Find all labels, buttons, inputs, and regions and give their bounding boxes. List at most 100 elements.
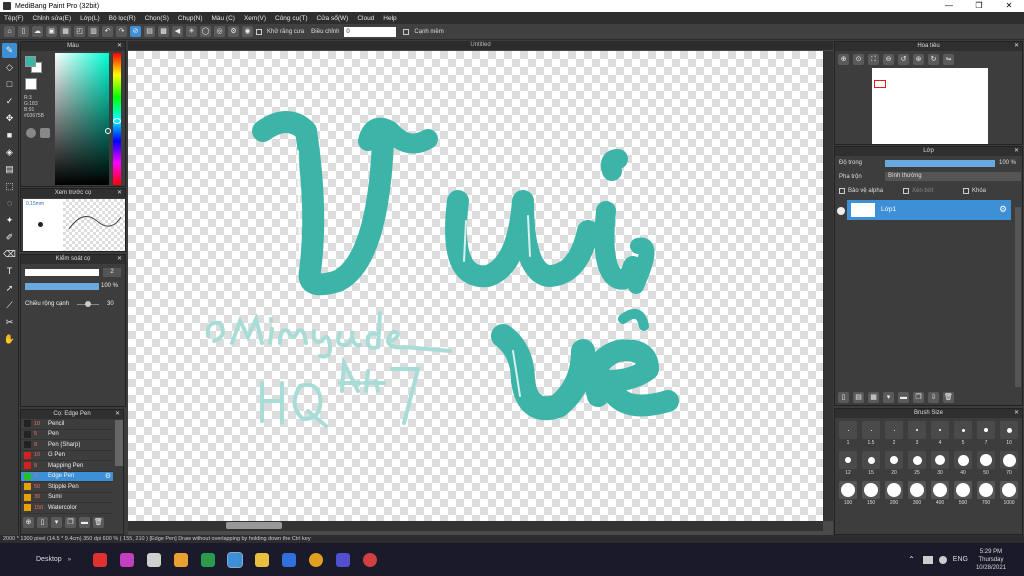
new-file-icon[interactable]: ▯ [18,26,29,37]
chrome-icon[interactable] [309,552,324,567]
brush-list-item[interactable]: 5 Pen [21,430,113,440]
brush-size-button[interactable] [839,481,857,499]
home-icon[interactable]: ⌂ [4,26,15,37]
brush-size-button[interactable] [885,451,903,469]
lock-option[interactable]: Khóa [963,188,986,194]
taskbar-app-5-icon[interactable] [201,552,216,567]
hand-tool-icon[interactable]: ✋ [2,332,17,347]
edge-width-handle[interactable] [85,301,91,307]
navigator-thumbnail[interactable] [872,68,988,144]
brush-size-button[interactable] [931,421,949,439]
panel-close-icon[interactable]: ✕ [1014,147,1019,156]
document-tab[interactable]: Untitled [128,41,833,50]
operation-tool-icon[interactable]: ➚ [2,281,17,296]
brush-size-button[interactable] [862,451,880,469]
navigator-viewport[interactable] [874,80,886,88]
medibang-taskbar-icon[interactable] [227,551,244,568]
zoom-app-icon[interactable] [282,552,297,567]
snap-vanish-icon[interactable]: ◀ [172,26,183,37]
lock-checkbox[interactable] [963,188,969,194]
brush-size-button[interactable] [908,421,926,439]
drawing-canvas[interactable] [128,51,823,521]
text-tool-icon[interactable]: T [2,264,17,279]
cloud-icon[interactable]: ☁ [32,26,43,37]
menu-color[interactable]: Màu (C) [211,15,234,22]
soft-edge-checkbox[interactable] [403,28,410,35]
brush-size-button[interactable] [1000,421,1018,439]
layer-folder-icon[interactable]: ▬ [898,392,909,403]
add-layer-menu-icon[interactable]: ▾ [883,392,894,403]
dot-tool-icon[interactable]: □ [2,77,17,92]
move-tool-icon[interactable]: ✥ [2,111,17,126]
menu-window[interactable]: Cửa sổ(W) [317,15,349,22]
antialias-checkbox[interactable] [256,28,262,35]
taskbar-app-1-icon[interactable] [93,552,108,567]
menu-tools[interactable]: Công cụ(T) [275,15,308,22]
brush-list-item[interactable]: 150 Watercolor [21,503,113,514]
new-8bit-layer-icon[interactable]: ▦ [868,392,879,403]
file-explorer-icon[interactable] [255,552,270,567]
panel-close-icon[interactable]: ✕ [115,410,120,419]
brush-list-scrollbar[interactable] [115,420,123,466]
brush-size-value[interactable]: 2 [103,268,121,277]
select-tool-icon[interactable]: ⬚ [2,179,17,194]
layout-icon[interactable]: ▥ [88,26,99,37]
crop-icon[interactable]: ◰ [74,26,85,37]
eraser-tool-icon[interactable]: ◇ [2,60,17,75]
panel-close-icon[interactable]: ✕ [117,255,122,264]
menu-edit[interactable]: Chỉnh sửa(E) [33,15,72,22]
menu-layer[interactable]: Lớp(L) [80,15,99,22]
brush-size-button[interactable] [839,451,857,469]
brush-size-button[interactable] [908,451,926,469]
tray-expand-icon[interactable]: ⌃ [908,555,915,564]
brush-list-item[interactable]: 50 Stipple Pen [21,482,113,493]
brush-size-slider[interactable] [25,269,99,276]
saturation-value-square[interactable] [55,53,111,185]
clock[interactable]: 5:29 PM Thursday 10/28/2021 [976,548,1006,572]
brush-add-icon[interactable]: ⊕ [23,516,34,528]
brush-size-button[interactable] [862,481,880,499]
menu-filter[interactable]: Bộ lọc(R) [109,15,136,22]
teams-icon[interactable] [336,552,351,567]
menu-snap[interactable]: Chụp(N) [178,15,203,22]
snap-curve-icon[interactable]: ◎ [214,26,225,37]
rotate-left-icon[interactable]: ↺ [898,54,909,65]
brush-options-icon[interactable]: ▾ [51,516,62,528]
gradient-tool-icon[interactable]: ▤ [2,162,17,177]
zoom-actual-icon[interactable]: ⊙ [853,54,864,65]
close-button[interactable]: ✕ [994,0,1024,12]
brush-size-button[interactable] [954,481,972,499]
menu-help[interactable]: Help [383,15,396,22]
menu-view[interactable]: Xem(V) [244,15,266,22]
brush-size-button[interactable] [977,451,995,469]
select-pen-icon[interactable]: ✓ [2,94,17,109]
rotate-right-icon[interactable]: ↻ [928,54,939,65]
new-halftone-layer-icon[interactable]: ▤ [853,392,864,403]
horizontal-scroll-thumb[interactable] [226,522,282,529]
palette-icon[interactable] [26,128,36,138]
hue-slider-handle[interactable] [113,118,121,124]
brush-opacity-slider[interactable] [25,283,99,290]
fit-icon[interactable]: ⛶ [868,54,879,65]
clipping-checkbox[interactable] [903,188,909,194]
taskbar-app-2-icon[interactable] [120,552,135,567]
eyedropper-icon[interactable]: ⟋ [2,298,17,313]
panel-close-icon[interactable]: ✕ [1014,409,1019,418]
brush-size-button[interactable] [954,421,972,439]
taskbar-app-3-icon[interactable] [147,552,162,567]
battery-icon[interactable] [922,555,933,564]
color-mode-icon[interactable] [40,128,50,138]
brush-new-icon[interactable]: ▯ [37,516,48,528]
layer-opacity-slider[interactable] [885,160,995,167]
undo-icon[interactable]: ↶ [102,26,113,37]
brush-list-item[interactable]: 30 Sumi [21,493,113,503]
delete-layer-icon[interactable]: 🗑 [943,392,954,403]
chrome-profile-icon[interactable] [363,552,378,567]
brush-delete-icon[interactable]: 🗑 [93,516,104,528]
layer-settings-icon[interactable]: ⚙ [999,204,1007,215]
blend-mode-select[interactable]: Bình thường [885,172,1021,181]
brush-folder-icon[interactable]: ▬ [79,516,90,528]
reset-view-icon[interactable]: ⊛ [913,54,924,65]
brush-list-item[interactable]: 10 Pencil [21,419,113,430]
brush-size-button[interactable] [839,421,857,439]
